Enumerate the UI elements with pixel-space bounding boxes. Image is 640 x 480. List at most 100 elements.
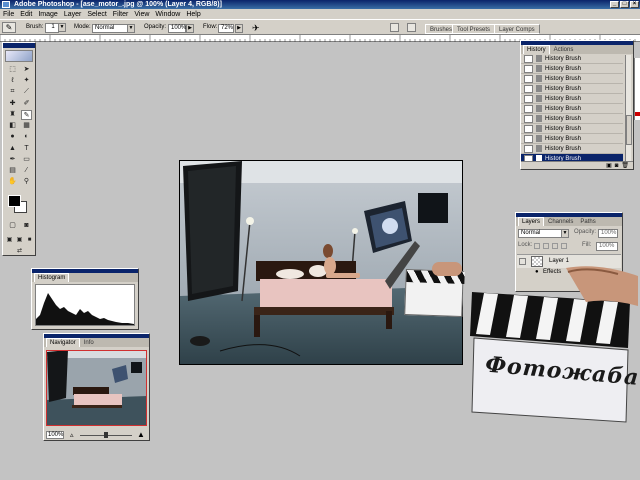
- menu-file[interactable]: File: [3, 11, 14, 18]
- toolbox-title-bar[interactable]: [3, 43, 35, 48]
- brush-tool-icon[interactable]: ✐: [21, 99, 32, 109]
- history-item[interactable]: History Brush: [521, 124, 623, 134]
- delete-state-icon[interactable]: 🗑: [621, 162, 629, 169]
- clone-stamp-tool-icon[interactable]: ♜: [7, 110, 18, 120]
- adobe-online-logo[interactable]: [5, 50, 33, 62]
- tab-histogram[interactable]: Histogram: [34, 273, 70, 282]
- tab-actions[interactable]: Actions: [550, 46, 577, 54]
- flow-field[interactable]: 72%: [218, 24, 234, 33]
- lasso-tool-icon[interactable]: ℓ: [7, 76, 18, 86]
- airbrush-icon[interactable]: ✈: [252, 23, 260, 34]
- history-scrollbar-thumb[interactable]: [626, 115, 632, 145]
- history-scrollbar[interactable]: [625, 55, 632, 163]
- file-browser-icon[interactable]: [390, 23, 399, 32]
- tab-layers[interactable]: Layers: [518, 217, 545, 226]
- fill-field[interactable]: 100%: [596, 242, 618, 251]
- history-brush-tool-preset-icon[interactable]: ✎: [2, 22, 16, 33]
- shape-tool-icon[interactable]: ▭: [21, 155, 32, 165]
- menu-window[interactable]: Window: [155, 11, 180, 18]
- document-canvas[interactable]: [179, 160, 463, 365]
- history-item[interactable]: History Brush: [521, 74, 623, 84]
- eraser-tool-icon[interactable]: ◧: [7, 121, 18, 131]
- menu-image[interactable]: Image: [38, 11, 57, 18]
- tab-history[interactable]: History: [523, 45, 550, 54]
- history-source-checkbox[interactable]: [524, 104, 533, 113]
- flow-dropdown-arrow-icon[interactable]: ▶: [235, 24, 243, 33]
- path-selection-tool-icon[interactable]: ▲: [7, 144, 18, 154]
- slice-tool-icon[interactable]: ⟋: [21, 87, 32, 97]
- lock-image-icon[interactable]: [543, 243, 549, 249]
- blur-tool-icon[interactable]: ●: [7, 132, 18, 142]
- crop-tool-icon[interactable]: ⌗: [7, 87, 18, 97]
- eyedropper-tool-icon[interactable]: ⁄: [21, 166, 32, 176]
- layer-opacity-field[interactable]: 100%: [598, 229, 618, 238]
- menu-edit[interactable]: Edit: [20, 11, 32, 18]
- zoom-in-icon[interactable]: ▲: [137, 430, 145, 439]
- hand-tool-icon[interactable]: ✋: [7, 177, 18, 187]
- pen-tool-icon[interactable]: ✒: [7, 155, 18, 165]
- history-source-checkbox[interactable]: [524, 74, 533, 83]
- menu-view[interactable]: View: [134, 11, 149, 18]
- menu-help[interactable]: Help: [186, 11, 200, 18]
- history-source-checkbox[interactable]: [524, 84, 533, 93]
- history-source-checkbox[interactable]: [524, 64, 533, 73]
- minimize-button[interactable]: _: [610, 1, 619, 8]
- layer-blend-mode-select[interactable]: Normal: [518, 229, 562, 238]
- dodge-tool-icon[interactable]: ◐: [21, 132, 32, 142]
- history-source-checkbox[interactable]: [524, 94, 533, 103]
- mode-dropdown-arrow-icon[interactable]: ▼: [127, 24, 135, 33]
- lock-position-icon[interactable]: [552, 243, 558, 249]
- history-item[interactable]: History Brush: [521, 144, 623, 154]
- tab-channels[interactable]: Channels: [545, 218, 577, 226]
- well-tab-layer-comps[interactable]: Layer Comps: [494, 24, 540, 34]
- blend-dropdown-arrow-icon[interactable]: ▼: [561, 229, 569, 238]
- lock-transparent-icon[interactable]: [534, 243, 540, 249]
- history-item[interactable]: History Brush: [521, 134, 623, 144]
- zoom-out-icon[interactable]: ▵: [70, 431, 74, 439]
- tab-paths[interactable]: Paths: [577, 218, 599, 226]
- history-source-checkbox[interactable]: [524, 114, 533, 123]
- well-tab-tool-presets[interactable]: Tool Presets: [452, 24, 496, 34]
- move-tool-icon[interactable]: ➤: [21, 65, 32, 75]
- opacity-field[interactable]: 100%: [168, 24, 186, 33]
- navigator-preview[interactable]: [45, 349, 148, 427]
- history-item[interactable]: History Brush: [521, 104, 623, 114]
- opacity-dropdown-arrow-icon[interactable]: ▶: [186, 24, 194, 33]
- notes-tool-icon[interactable]: ▤: [7, 166, 18, 176]
- history-source-checkbox[interactable]: [524, 134, 533, 143]
- brush-dropdown-arrow-icon[interactable]: ▼: [58, 23, 66, 32]
- healing-brush-tool-icon[interactable]: ✚: [7, 99, 18, 109]
- maximize-button[interactable]: □: [620, 1, 629, 8]
- history-item[interactable]: History Brush: [521, 114, 623, 124]
- history-item[interactable]: History Brush: [521, 84, 623, 94]
- navigator-zoom-slider-thumb[interactable]: [104, 432, 108, 438]
- gradient-tool-icon[interactable]: ▦: [21, 121, 32, 131]
- mode-select[interactable]: Normal: [92, 24, 128, 33]
- new-document-from-state-icon[interactable]: ▣: [606, 162, 612, 169]
- brush-size-picker[interactable]: 1: [45, 23, 59, 33]
- history-source-checkbox[interactable]: [524, 124, 533, 133]
- type-tool-icon[interactable]: T: [21, 144, 32, 154]
- menu-layer[interactable]: Layer: [64, 11, 82, 18]
- zoom-tool-icon[interactable]: ⚲: [21, 177, 32, 187]
- navigator-zoom-field[interactable]: 100%: [46, 431, 64, 439]
- foreground-color-swatch[interactable]: [8, 195, 21, 207]
- history-item[interactable]: History Brush: [521, 94, 623, 104]
- tab-navigator[interactable]: Navigator: [46, 338, 80, 347]
- history-source-checkbox[interactable]: [524, 54, 533, 63]
- tab-info[interactable]: Info: [80, 339, 97, 347]
- quick-mask-standard-icon[interactable]: ▢: [7, 221, 18, 231]
- history-item[interactable]: History Brush: [521, 64, 623, 74]
- screen-mode-full-icon[interactable]: ■: [24, 235, 35, 245]
- history-brush-tool-icon[interactable]: ✎: [21, 110, 32, 120]
- lock-all-icon[interactable]: [561, 243, 567, 249]
- quick-mask-mode-icon[interactable]: ◙: [21, 221, 32, 231]
- close-button[interactable]: ×: [630, 1, 639, 8]
- history-source-checkbox[interactable]: [524, 144, 533, 153]
- jump-to-imageready-icon[interactable]: ⇄: [14, 246, 25, 256]
- history-item[interactable]: History Brush: [521, 54, 623, 64]
- palette-well-toggle-icon[interactable]: [407, 23, 416, 32]
- magic-wand-tool-icon[interactable]: ✦: [21, 76, 32, 86]
- menu-filter[interactable]: Filter: [113, 11, 129, 18]
- marquee-tool-icon[interactable]: ⬚: [7, 65, 18, 75]
